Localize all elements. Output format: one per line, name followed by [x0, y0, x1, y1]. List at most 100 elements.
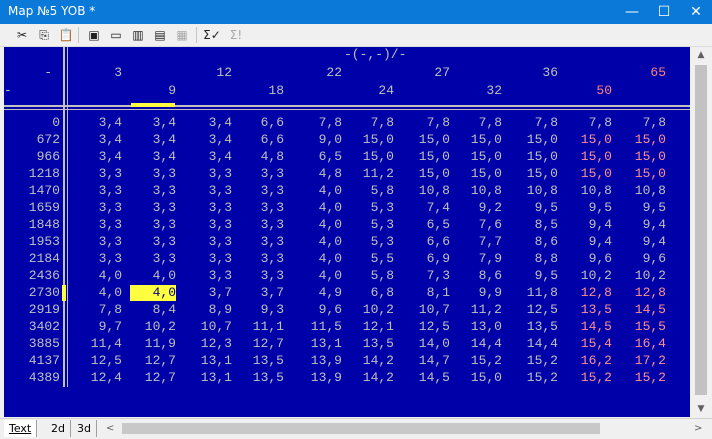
map-cell[interactable]: 10,8: [404, 183, 450, 199]
map-cell[interactable]: 15,0: [404, 149, 450, 165]
map-cell[interactable]: 12,5: [76, 353, 122, 369]
map-cell[interactable]: 9,9: [456, 285, 502, 301]
map-cell[interactable]: 3,4: [130, 132, 176, 148]
map-cell[interactable]: 15,0: [456, 132, 502, 148]
map-cell[interactable]: 4,0: [76, 285, 122, 301]
map-cell[interactable]: 8,4: [130, 302, 176, 318]
map-cell[interactable]: 13,5: [512, 319, 558, 335]
map-cell[interactable]: 4,0: [76, 268, 122, 284]
map-cell[interactable]: 13,5: [348, 336, 394, 352]
map-cell[interactable]: 5,3: [348, 217, 394, 233]
map-cell[interactable]: 14,5: [566, 319, 612, 335]
row-header[interactable]: 1848: [4, 217, 60, 233]
map-cell[interactable]: 15,0: [620, 132, 666, 148]
map-cell[interactable]: 6,5: [404, 217, 450, 233]
map-cell[interactable]: 14,0: [404, 336, 450, 352]
map-cell[interactable]: 12,8: [566, 285, 612, 301]
map-cell[interactable]: 3,7: [238, 285, 284, 301]
minimize-button[interactable]: —: [616, 0, 648, 24]
map-cell[interactable]: 9,3: [238, 302, 284, 318]
map-cell[interactable]: 3,4: [186, 132, 232, 148]
map-cell[interactable]: 3,4: [130, 115, 176, 131]
tab-3d[interactable]: 3d: [72, 420, 97, 437]
row-header[interactable]: 4389: [4, 370, 60, 386]
map-cell[interactable]: 4,8: [238, 149, 284, 165]
map-cell[interactable]: 13,5: [238, 370, 284, 386]
map-cell[interactable]: 14,5: [404, 370, 450, 386]
map-cell[interactable]: 14,4: [456, 336, 502, 352]
row-header[interactable]: 1218: [4, 166, 60, 182]
map-cell[interactable]: 10,2: [620, 268, 666, 284]
map-cell[interactable]: 10,8: [566, 183, 612, 199]
map-cell[interactable]: 4,0: [296, 217, 342, 233]
map-cell[interactable]: 8,6: [512, 234, 558, 250]
map-cell[interactable]: 4,0: [296, 268, 342, 284]
map-cell[interactable]: 3,3: [238, 183, 284, 199]
map-cell[interactable]: 9,4: [620, 217, 666, 233]
map-cell[interactable]: 4,0: [296, 234, 342, 250]
column-header[interactable]: 18: [244, 83, 284, 99]
map-cell[interactable]: 6,5: [296, 149, 342, 165]
row-header[interactable]: 1470: [4, 183, 60, 199]
map-cell[interactable]: 6,6: [404, 234, 450, 250]
map-cell[interactable]: 15,2: [456, 353, 502, 369]
tab-text[interactable]: Text: [4, 420, 38, 437]
map-cell[interactable]: 15,0: [348, 132, 394, 148]
map-cell[interactable]: 11,2: [456, 302, 502, 318]
map-cell[interactable]: 11,2: [348, 166, 394, 182]
scroll-left-icon[interactable]: <: [106, 421, 114, 436]
vertical-scroll-thumb[interactable]: [695, 65, 707, 395]
map-cell[interactable]: 10,2: [566, 268, 612, 284]
map-cell[interactable]: 12,7: [130, 370, 176, 386]
map-cell[interactable]: 12,5: [404, 319, 450, 335]
map-cell[interactable]: 3,3: [130, 183, 176, 199]
map-cell[interactable]: 3,3: [186, 200, 232, 216]
row-header[interactable]: 2730: [4, 285, 60, 301]
map-cell[interactable]: 17,2: [620, 353, 666, 369]
map-cell[interactable]: 15,0: [620, 166, 666, 182]
map-cell[interactable]: 5,8: [348, 183, 394, 199]
map-cell[interactable]: 12,3: [186, 336, 232, 352]
scroll-right-icon[interactable]: >: [694, 421, 702, 436]
map-cell[interactable]: 6,6: [238, 132, 284, 148]
map-cell[interactable]: 15,0: [566, 166, 612, 182]
map-cell[interactable]: 13,9: [296, 353, 342, 369]
map-cell[interactable]: 5,8: [348, 268, 394, 284]
row-header[interactable]: 2436: [4, 268, 60, 284]
map-cell[interactable]: 7,9: [456, 251, 502, 267]
map-cell[interactable]: 4,0: [296, 251, 342, 267]
map-cell[interactable]: 15,2: [566, 370, 612, 386]
map-cell[interactable]: 3,3: [186, 251, 232, 267]
map-cell[interactable]: 9,4: [566, 217, 612, 233]
map-cell[interactable]: 9,4: [566, 234, 612, 250]
map-cell[interactable]: 3,3: [186, 166, 232, 182]
map-cell[interactable]: 10,2: [130, 319, 176, 335]
map-cell[interactable]: 11,8: [512, 285, 558, 301]
map-cell[interactable]: 9,5: [512, 268, 558, 284]
map-cell[interactable]: 5,5: [348, 251, 394, 267]
map-cell[interactable]: 7,8: [456, 115, 502, 131]
map-cell[interactable]: 9,7: [76, 319, 122, 335]
map-cell[interactable]: 14,2: [348, 353, 394, 369]
insert-row-button[interactable]: ▣: [84, 26, 104, 44]
row-header[interactable]: 3402: [4, 319, 60, 335]
column-header[interactable]: 65: [626, 65, 666, 81]
map-cell[interactable]: 15,2: [620, 370, 666, 386]
map-cell[interactable]: 7,8: [404, 115, 450, 131]
column-header[interactable]: 32: [462, 83, 502, 99]
map-cell[interactable]: 13,1: [186, 370, 232, 386]
map-cell[interactable]: 5,3: [348, 234, 394, 250]
maximize-button[interactable]: ☐: [648, 0, 680, 24]
row-header[interactable]: 3885: [4, 336, 60, 352]
delete-row-button[interactable]: ▭: [106, 26, 126, 44]
row-header[interactable]: 1953: [4, 234, 60, 250]
map-cell[interactable]: 9,6: [296, 302, 342, 318]
map-cell[interactable]: 9,6: [566, 251, 612, 267]
sum-warning-button[interactable]: Σ!: [226, 26, 246, 44]
map-cell[interactable]: 16,4: [620, 336, 666, 352]
map-cell[interactable]: 3,3: [238, 268, 284, 284]
map-cell[interactable]: 3,3: [76, 200, 122, 216]
map-cell[interactable]: 4,0: [296, 183, 342, 199]
map-cell[interactable]: 11,4: [76, 336, 122, 352]
map-cell[interactable]: 16,2: [566, 353, 612, 369]
